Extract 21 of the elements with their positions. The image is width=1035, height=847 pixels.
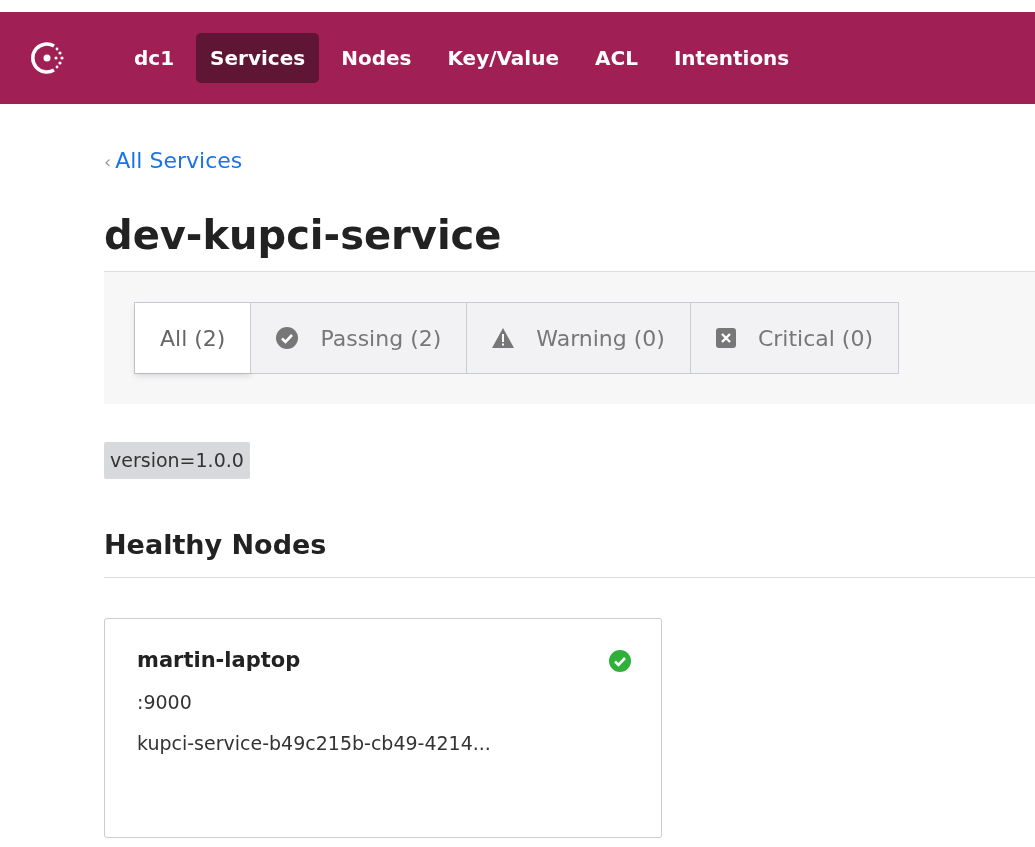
node-name: martin-laptop xyxy=(137,646,301,674)
filter-tab[interactable]: Critical (0) xyxy=(690,303,899,373)
tag-label: version=1.0.0 xyxy=(104,442,250,479)
datacenter-menu[interactable]: dc1 xyxy=(120,33,189,83)
nav-link[interactable]: Intentions xyxy=(659,33,804,83)
page-title: dev-kupci-service xyxy=(104,211,503,259)
check-circle-icon xyxy=(276,327,299,349)
check-circle-icon xyxy=(609,649,631,672)
filter-tab[interactable]: Passing (2) xyxy=(251,303,468,373)
nav-link[interactable]: ACL xyxy=(581,33,652,83)
section-heading: Healthy Nodes xyxy=(104,528,1035,578)
nav-link[interactable]: Nodes xyxy=(327,33,426,83)
filter-tab[interactable]: Warning (0) xyxy=(467,303,691,373)
filter-tab[interactable]: All (2) xyxy=(135,303,252,373)
nav-link[interactable]: Key/Value xyxy=(433,33,573,83)
close-icon xyxy=(715,328,736,348)
service-id: kupci-service-b49c215b-cb49-4214... xyxy=(137,730,492,756)
breadcrumb-link[interactable]: ‹ All Services xyxy=(104,144,243,177)
warning-icon xyxy=(492,328,515,348)
nav-link[interactable]: Services xyxy=(196,33,320,83)
node-address: :9000 xyxy=(137,690,193,716)
